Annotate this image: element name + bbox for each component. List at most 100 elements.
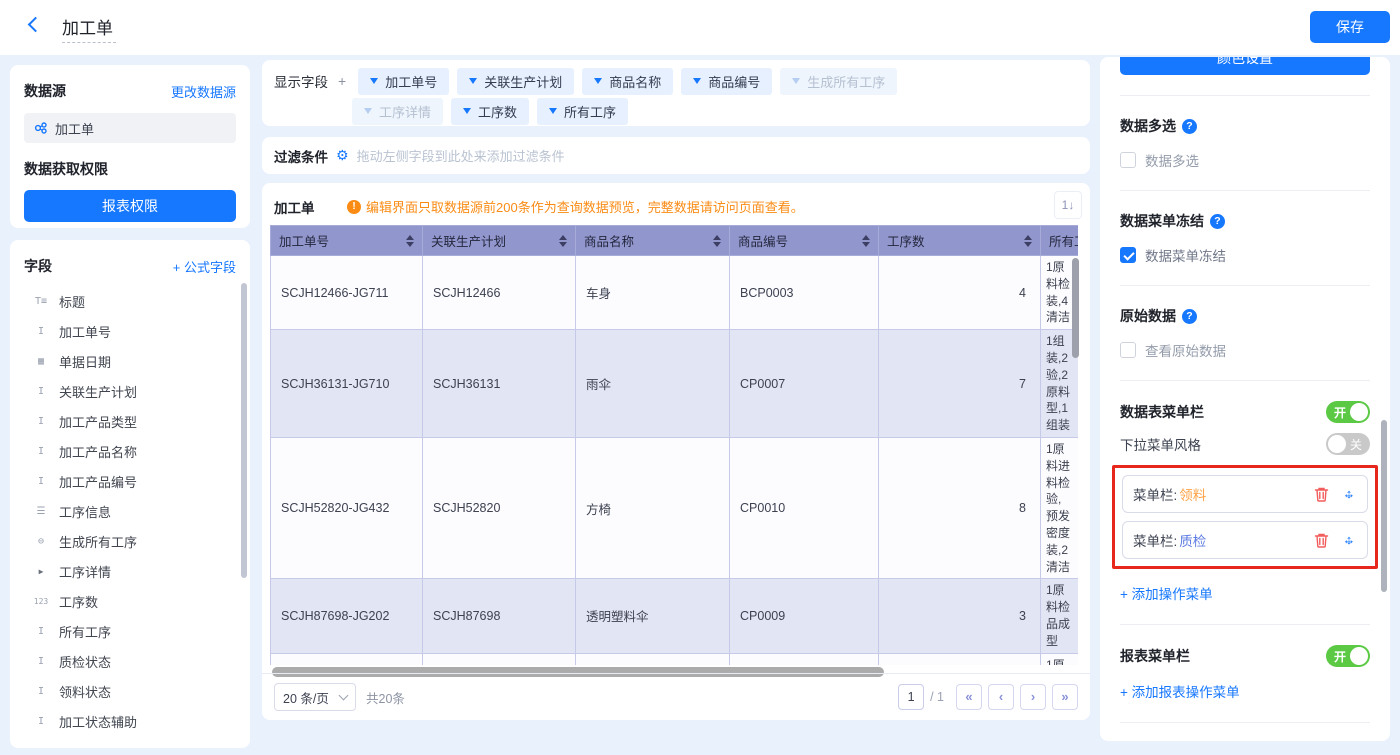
add-report-menu-link[interactable]: + 添加报表操作菜单 (1120, 681, 1240, 701)
table-menu-toggle-on[interactable]: 开 (1326, 401, 1370, 423)
table-header-row: 加工单号 关联生产计划 商品名称 商品编号 工序数 所有工序 (271, 226, 1079, 256)
multi-select-checkbox-row[interactable]: 数据多选 (1120, 150, 1370, 170)
checkbox-unchecked[interactable] (1120, 342, 1136, 358)
fields-scrollbar[interactable] (241, 283, 247, 578)
divider (1120, 624, 1370, 625)
settings-scrollbar[interactable] (1381, 420, 1387, 592)
field-item-step-detail[interactable]: ▶工序详情 (24, 556, 236, 586)
field-item-product-type[interactable]: I加工产品类型 (24, 406, 236, 436)
tag-label: 商品编号 (708, 72, 760, 91)
field-item-pick-status[interactable]: I领料状态 (24, 676, 236, 706)
display-field-tag[interactable]: 商品名称 (582, 68, 673, 95)
filter-label: 过滤条件 (274, 146, 328, 166)
field-label: 工序信息 (59, 502, 111, 521)
table-row[interactable]: SCJH12466-JG711SCJH12466车身BCP000341原料检 装… (271, 256, 1079, 330)
help-icon[interactable]: ? (1182, 119, 1197, 134)
datasource-item[interactable]: 加工单 (24, 113, 236, 143)
menu-prefix: 菜单栏: (1133, 530, 1177, 550)
field-item-order-no[interactable]: I加工单号 (24, 316, 236, 346)
subtable-field-icon: ☰ (32, 506, 50, 517)
field-list: T≡标题 I加工单号 ▦单据日期 I关联生产计划 I加工产品类型 I加工产品名称… (24, 286, 236, 736)
tag-label: 关联生产计划 (484, 72, 562, 91)
display-field-tag-disabled[interactable]: 工序详情 (352, 98, 443, 125)
display-field-tag-disabled[interactable]: 生成所有工序 (780, 68, 897, 95)
column-header[interactable]: 商品编号 (730, 226, 879, 256)
save-button[interactable]: 保存 (1310, 11, 1390, 43)
help-icon[interactable]: ? (1210, 214, 1225, 229)
raw-data-heading: 原始数据 (1120, 306, 1176, 326)
add-formula-field-link[interactable]: + 公式字段 (173, 257, 236, 276)
tag-label: 工序数 (478, 102, 517, 121)
datasource-card: 数据源 更改数据源 加工单 数据获取权限 报表权限 (10, 65, 250, 228)
color-settings-button[interactable]: 颜色设置 (1120, 57, 1370, 75)
report-permission-button[interactable]: 报表权限 (24, 190, 236, 222)
menu-item-qc[interactable]: 菜单栏: 质检 ↔↕ (1122, 521, 1368, 559)
field-item-product-no[interactable]: I加工产品编号 (24, 466, 236, 496)
sort-order-icon[interactable]: 1↓ (1054, 191, 1082, 219)
report-menu-toggle-on[interactable]: 开 (1326, 645, 1370, 667)
move-icon[interactable]: ↔↕ (1341, 532, 1357, 548)
sort-icon[interactable] (559, 235, 567, 247)
next-page-button[interactable]: › (1020, 684, 1046, 710)
sort-icon[interactable] (713, 235, 721, 247)
sort-icon[interactable] (406, 235, 414, 247)
table-row[interactable]: SCJH36131-JG710SCJH36131雨伞CP000771组装,2 验… (271, 330, 1079, 438)
text-field-icon: I (32, 686, 50, 697)
last-page-button[interactable]: » (1052, 684, 1078, 710)
add-display-field-button[interactable]: + (338, 73, 346, 89)
field-item-step-count[interactable]: 123工序数 (24, 586, 236, 616)
back-icon[interactable] (28, 17, 44, 33)
text-field-icon: I (32, 476, 50, 487)
table-vertical-scrollbar[interactable] (1072, 258, 1079, 358)
field-label: 工序详情 (59, 562, 111, 581)
menu-freeze-checkbox-row[interactable]: 数据菜单冻结 (1120, 245, 1370, 265)
sort-icon[interactable] (1024, 235, 1032, 247)
prev-page-button[interactable]: ‹ (988, 684, 1014, 710)
first-page-button[interactable]: « (956, 684, 982, 710)
page-size-value: 20 条/页 (283, 688, 329, 707)
sort-icon[interactable] (862, 235, 870, 247)
field-item-title[interactable]: T≡标题 (24, 286, 236, 316)
field-item-product-name[interactable]: I加工产品名称 (24, 436, 236, 466)
display-field-tag[interactable]: 工序数 (451, 98, 529, 125)
move-icon[interactable]: ↔↕ (1341, 486, 1357, 502)
checkbox-checked[interactable] (1120, 247, 1136, 263)
raw-data-checkbox-row[interactable]: 查看原始数据 (1120, 340, 1370, 360)
field-item-all-steps[interactable]: I所有工序 (24, 616, 236, 646)
number-field-icon: 123 (32, 597, 50, 606)
help-icon[interactable]: ? (1182, 309, 1197, 324)
column-header[interactable]: 工序数 (879, 226, 1041, 256)
change-datasource-link[interactable]: 更改数据源 (171, 82, 236, 101)
column-header[interactable]: 商品名称 (576, 226, 730, 256)
table-row[interactable]: SCJH52820-JG432SCJH52820方椅CP001081原料进 料检… (271, 437, 1079, 578)
gear-icon[interactable]: ⚙ (336, 147, 349, 164)
display-field-tag[interactable]: 关联生产计划 (457, 68, 574, 95)
field-item-gen-steps[interactable]: ⊖生成所有工序 (24, 526, 236, 556)
page-number-input[interactable]: 1 (898, 684, 924, 710)
display-field-tag[interactable]: 商品编号 (681, 68, 772, 95)
display-field-tag[interactable]: 所有工序 (537, 98, 628, 125)
trash-icon[interactable] (1314, 486, 1329, 502)
add-action-menu-link[interactable]: + 添加操作菜单 (1120, 583, 1213, 603)
menu-item-pick[interactable]: 菜单栏: 领料 ↔↕ (1122, 475, 1368, 513)
field-item-step-info[interactable]: ☰ 工序信息 (24, 496, 236, 526)
table-row[interactable]: SCJH87698-JG202SCJH87698透明塑料伞CP000931原料检… (271, 579, 1079, 653)
datasource-item-label: 加工单 (55, 119, 94, 138)
display-field-tag[interactable]: 加工单号 (358, 68, 449, 95)
tag-label: 工序详情 (379, 102, 431, 121)
field-item-process-status[interactable]: I加工状态辅助 (24, 706, 236, 736)
toggle-label: 开 (1334, 404, 1346, 421)
page-size-select[interactable]: 20 条/页 (274, 683, 356, 711)
trash-icon[interactable] (1314, 532, 1329, 548)
checkbox-unchecked[interactable] (1120, 152, 1136, 168)
field-item-qc-status[interactable]: I质检状态 (24, 646, 236, 676)
field-item-plan[interactable]: I关联生产计划 (24, 376, 236, 406)
field-item-date[interactable]: ▦单据日期 (24, 346, 236, 376)
column-header[interactable]: 所有工序 (1041, 226, 1079, 256)
column-header[interactable]: 关联生产计划 (423, 226, 576, 256)
table-row[interactable]: SCJH13076-JG954SCJH13076汽车CP000661原料检 装,… (271, 653, 1079, 665)
column-header[interactable]: 加工单号 (271, 226, 423, 256)
divider (1120, 285, 1370, 286)
warning-text: 编辑界面只取数据源前200条作为查询数据预览，完整数据请访问页面查看。 (366, 197, 804, 216)
dropdown-style-toggle-off[interactable]: 关 (1326, 433, 1370, 455)
